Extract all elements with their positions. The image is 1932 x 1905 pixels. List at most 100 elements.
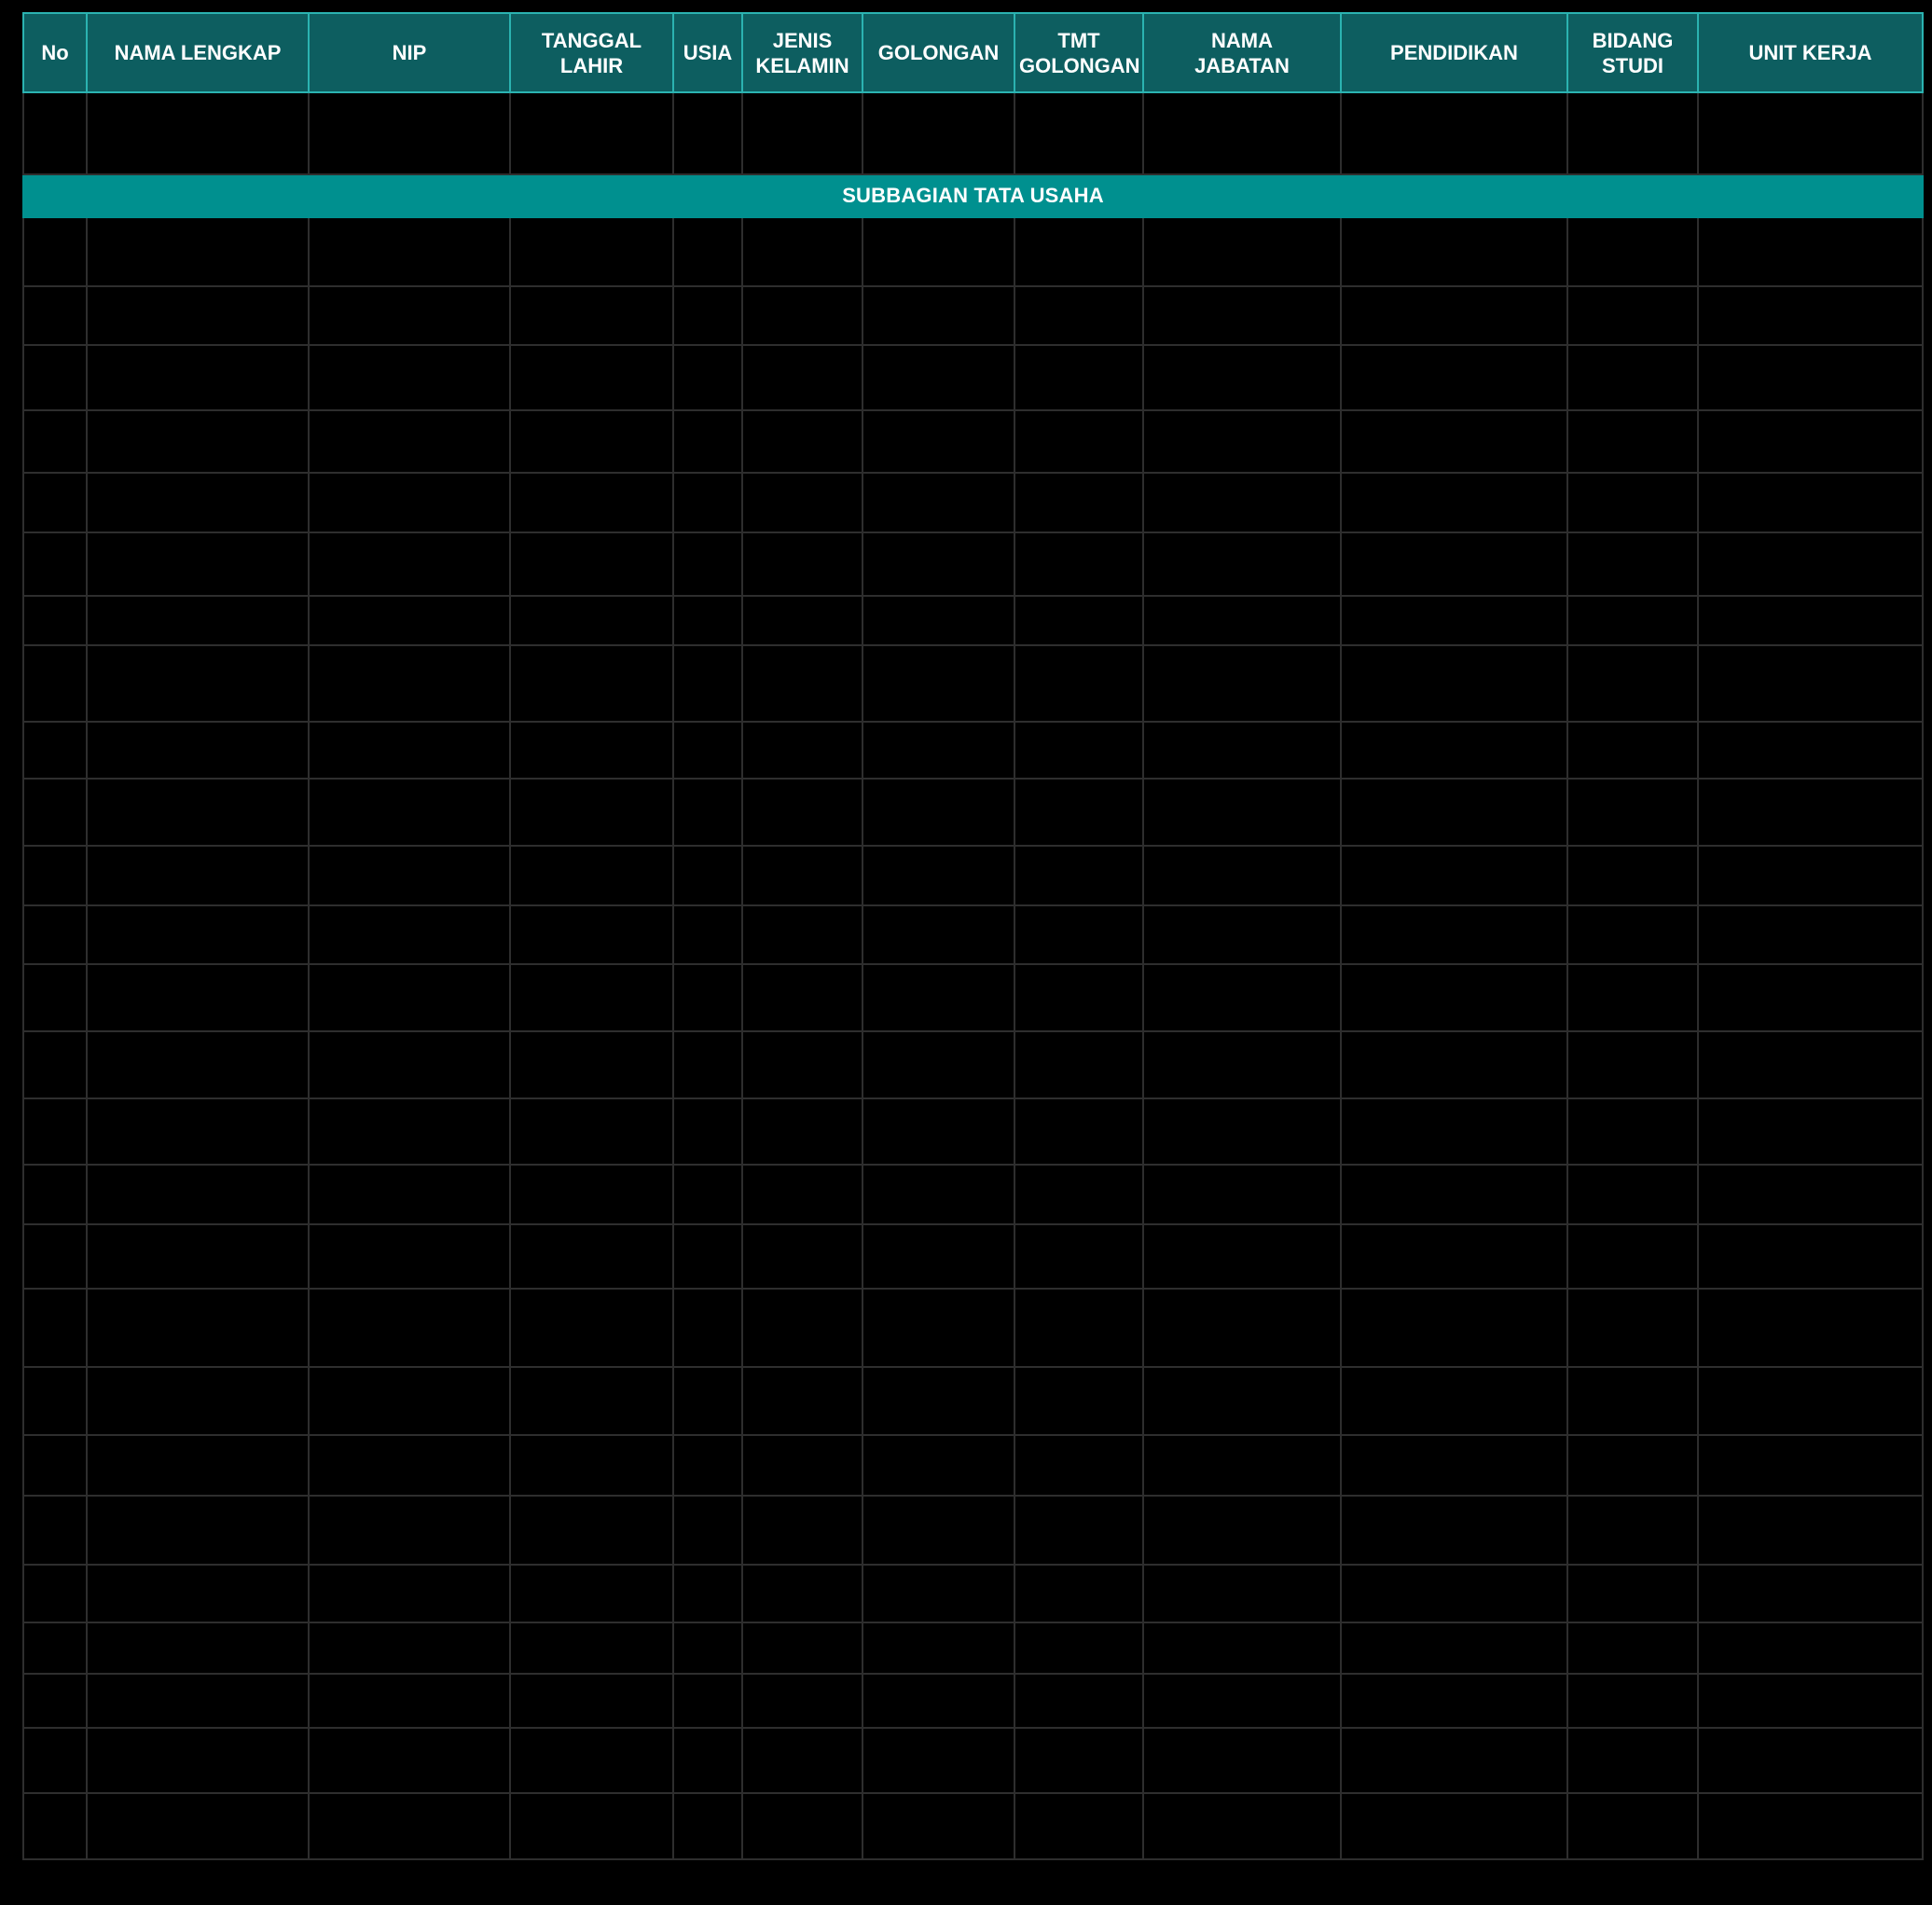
table-cell (1340, 409, 1568, 474)
table-cell (1566, 1727, 1699, 1794)
table-cell (1014, 644, 1144, 723)
table-cell (1014, 963, 1144, 1032)
table-cell (22, 1030, 88, 1099)
table-cell (1566, 344, 1699, 411)
table-cell (1697, 1097, 1924, 1166)
table-cell (1566, 1030, 1699, 1099)
table-cell (1566, 285, 1699, 346)
table-cell (672, 845, 743, 906)
table-row (22, 344, 1924, 411)
table-cell (672, 721, 743, 780)
table-cell (672, 216, 743, 287)
table-cell (1566, 1097, 1699, 1166)
table-cell (308, 963, 511, 1032)
table-cell (862, 1495, 1015, 1566)
table-cell (1014, 1434, 1144, 1497)
table-cell (1014, 1164, 1144, 1225)
table-cell (741, 1673, 863, 1729)
table-cell (1014, 1030, 1144, 1099)
table-cell (509, 963, 674, 1032)
header-no-label: No (41, 41, 69, 64)
table-cell (1566, 531, 1699, 597)
table-cell (308, 1622, 511, 1675)
table-cell (86, 963, 310, 1032)
header-jenis-kelamin-label: JENIS KELAMIN (755, 28, 849, 77)
header-tmt-golongan: TMT GOLONGAN (1014, 12, 1144, 93)
table-cell (1340, 285, 1568, 346)
table-cell (308, 595, 511, 646)
table-cell (1697, 778, 1924, 847)
table-cell (22, 1288, 88, 1368)
table-cell (1340, 595, 1568, 646)
table-cell (509, 91, 674, 175)
table-cell (1142, 845, 1342, 906)
table-cell (22, 1792, 88, 1860)
table-cell (672, 1495, 743, 1566)
table-cell (1340, 1434, 1568, 1497)
table-row (22, 845, 1924, 906)
table-cell (1566, 1564, 1699, 1623)
table-cell (1697, 1366, 1924, 1436)
table-cell (1142, 1097, 1342, 1166)
table-cell (862, 595, 1015, 646)
header-unit-kerja: UNIT KERJA (1697, 12, 1924, 93)
table-cell (862, 778, 1015, 847)
table-cell (1566, 644, 1699, 723)
table-row (22, 409, 1924, 474)
table-cell (862, 845, 1015, 906)
table-cell (672, 644, 743, 723)
table-row (22, 721, 1924, 780)
table-cell (308, 285, 511, 346)
table-cell (672, 1673, 743, 1729)
table-cell (672, 1164, 743, 1225)
table-row (22, 595, 1924, 646)
table-cell (308, 1434, 511, 1497)
table-cell (672, 904, 743, 965)
table-cell (509, 1673, 674, 1729)
table-row (22, 1495, 1924, 1566)
table-cell (86, 1564, 310, 1623)
table-cell (862, 1727, 1015, 1794)
table-cell (672, 91, 743, 175)
table-row (22, 904, 1924, 965)
table-cell (862, 216, 1015, 287)
table-cell (741, 1622, 863, 1675)
table-cell (741, 1030, 863, 1099)
header-nama-lengkap-label: NAMA LENGKAP (114, 41, 282, 64)
table-cell (862, 531, 1015, 597)
table-cell (672, 472, 743, 533)
table-cell (509, 721, 674, 780)
table-cell (86, 1223, 310, 1290)
table-row (22, 1164, 1924, 1225)
table-cell (1340, 1673, 1568, 1729)
table-cell (741, 644, 863, 723)
table-cell (1697, 644, 1924, 723)
table-cell (86, 1727, 310, 1794)
header-nama-jabatan-label: NAMA JABATAN (1194, 28, 1290, 77)
header-golongan: GOLONGAN (862, 12, 1015, 93)
table-cell (1340, 1495, 1568, 1566)
table-cell (1142, 1434, 1342, 1497)
table-cell (509, 409, 674, 474)
table-cell (86, 1673, 310, 1729)
table-cell (862, 1366, 1015, 1436)
table-cell (308, 216, 511, 287)
table-cell (1697, 1622, 1924, 1675)
table-cell (1697, 845, 1924, 906)
table-cell (86, 845, 310, 906)
table-cell (1566, 1434, 1699, 1497)
table-row (22, 644, 1924, 723)
table-cell (308, 531, 511, 597)
table-cell (672, 778, 743, 847)
table-cell (1142, 778, 1342, 847)
table-cell (1014, 344, 1144, 411)
table-cell (22, 721, 88, 780)
header-row: No NAMA LENGKAP NIP TANGGAL LAHIR USIA JE… (22, 12, 1924, 93)
table-cell (1566, 1288, 1699, 1368)
table-row (22, 963, 1924, 1032)
table-cell (22, 644, 88, 723)
table-cell (672, 409, 743, 474)
table-cell (1697, 1030, 1924, 1099)
table-cell (862, 91, 1015, 175)
table-cell (1142, 1727, 1342, 1794)
